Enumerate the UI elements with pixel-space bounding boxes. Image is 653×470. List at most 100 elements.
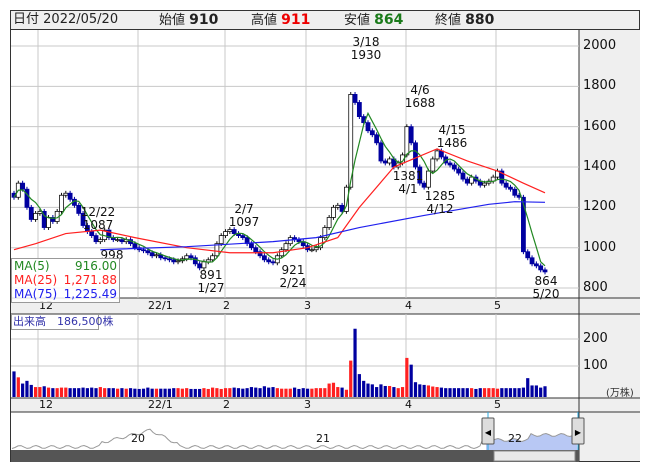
volume-bar: [180, 388, 184, 397]
candle: [149, 252, 155, 257]
volume-bar: [271, 387, 275, 397]
candle: [542, 269, 548, 273]
volume-bar: [353, 328, 357, 397]
candle: [141, 249, 146, 252]
candle: [283, 243, 289, 251]
volume-bar: [159, 388, 163, 397]
volume-bar: [94, 388, 98, 397]
volume-bar: [141, 388, 146, 397]
volume-bar: [245, 388, 249, 397]
volume-bar: [42, 386, 46, 397]
volume-bar: [396, 388, 400, 397]
candle: [154, 254, 159, 257]
annotation-text: 2/24: [279, 276, 307, 290]
volume-bar: [387, 385, 392, 397]
volume-bar: [470, 388, 474, 397]
volume-bar: [379, 384, 383, 397]
volume-bar: [202, 388, 206, 397]
candle: [119, 239, 125, 243]
ma5-label: MA(5): [14, 259, 50, 273]
candle: [132, 243, 138, 249]
ma5-value: 916.00: [75, 259, 117, 273]
volume-bar: [314, 388, 318, 397]
candle: [309, 249, 315, 252]
candle: [261, 255, 267, 261]
candle: [434, 150, 440, 160]
volume-bar: [439, 387, 443, 397]
volume-bar: [267, 387, 271, 397]
candle: [404, 126, 410, 156]
price-annotation: 12/22 1087: [73, 206, 123, 232]
volume-bar: [357, 374, 361, 397]
volume-bar: [513, 388, 517, 397]
volume-bar: [185, 388, 189, 397]
volume-bar: [418, 384, 422, 397]
volume-bar: [366, 383, 370, 397]
candle: [20, 182, 26, 190]
volume-bar: [223, 388, 228, 397]
volume-bar: [508, 388, 513, 397]
candle: [270, 261, 276, 264]
volume-bar: [206, 388, 210, 397]
candle: [313, 247, 319, 251]
price-annotation: 2/7 1097: [219, 203, 269, 229]
volume-bar: [46, 387, 51, 397]
volume-bar: [33, 387, 38, 397]
volume-bar: [457, 388, 461, 397]
volume-bar: [426, 385, 431, 397]
ma25-label: MA(25): [14, 273, 58, 287]
candle: [24, 188, 30, 208]
candle: [240, 235, 246, 239]
price-annotation: 864 5/20: [521, 275, 571, 301]
volume-bar: [400, 387, 405, 397]
volume-bar: [241, 388, 245, 397]
scrollbar-thumb[interactable]: [493, 450, 576, 462]
volume-bar: [128, 388, 133, 397]
volume-bar: [189, 388, 193, 397]
price-annotation: 921 2/24: [268, 264, 318, 290]
volume-bar: [370, 384, 374, 397]
annotation-text: 1087: [82, 218, 114, 232]
month-label: 3: [304, 398, 311, 411]
volume-bar: [68, 388, 72, 397]
volume-bar: [16, 377, 20, 397]
volume-bar: [21, 383, 25, 397]
month-label: 12: [39, 398, 53, 411]
candle: [482, 182, 487, 186]
ma25-value: 1,271.88: [63, 273, 117, 287]
volume-bar: [137, 388, 141, 397]
volume-bar: [461, 388, 465, 397]
volume-bar: [116, 388, 120, 397]
candle: [210, 255, 215, 261]
volume-bar: [310, 388, 314, 397]
candle: [162, 257, 168, 260]
volume-bar: [193, 388, 197, 397]
volume-bar: [38, 387, 42, 397]
candle: [382, 160, 388, 164]
volume-bar: [124, 388, 128, 397]
annotation-text: 4/12: [426, 202, 454, 216]
candle: [33, 213, 38, 220]
volume-bar: [297, 388, 301, 397]
candle: [374, 134, 380, 144]
volume-bar: [487, 388, 491, 397]
month-label: 2: [223, 299, 230, 312]
candle: [451, 164, 457, 170]
volume-bar: [318, 388, 323, 397]
volume-bar: [344, 389, 349, 397]
volume-bar: [77, 388, 81, 397]
ma75-label: MA(75): [14, 287, 58, 301]
volume-bar: [215, 388, 219, 397]
volume-bar: [163, 388, 167, 397]
volume-bar: [413, 382, 418, 397]
volume-bar: [258, 388, 262, 397]
chart-canvas[interactable]: ◀ ▶: [0, 0, 653, 470]
candle: [369, 130, 375, 136]
volume-bar: [392, 387, 396, 397]
volume-bar: [539, 387, 543, 397]
candle: [145, 250, 151, 254]
volume-bar: [254, 387, 258, 397]
volume-bar: [228, 388, 232, 397]
volume-bar: [375, 387, 379, 397]
volume-bar: [349, 360, 353, 397]
